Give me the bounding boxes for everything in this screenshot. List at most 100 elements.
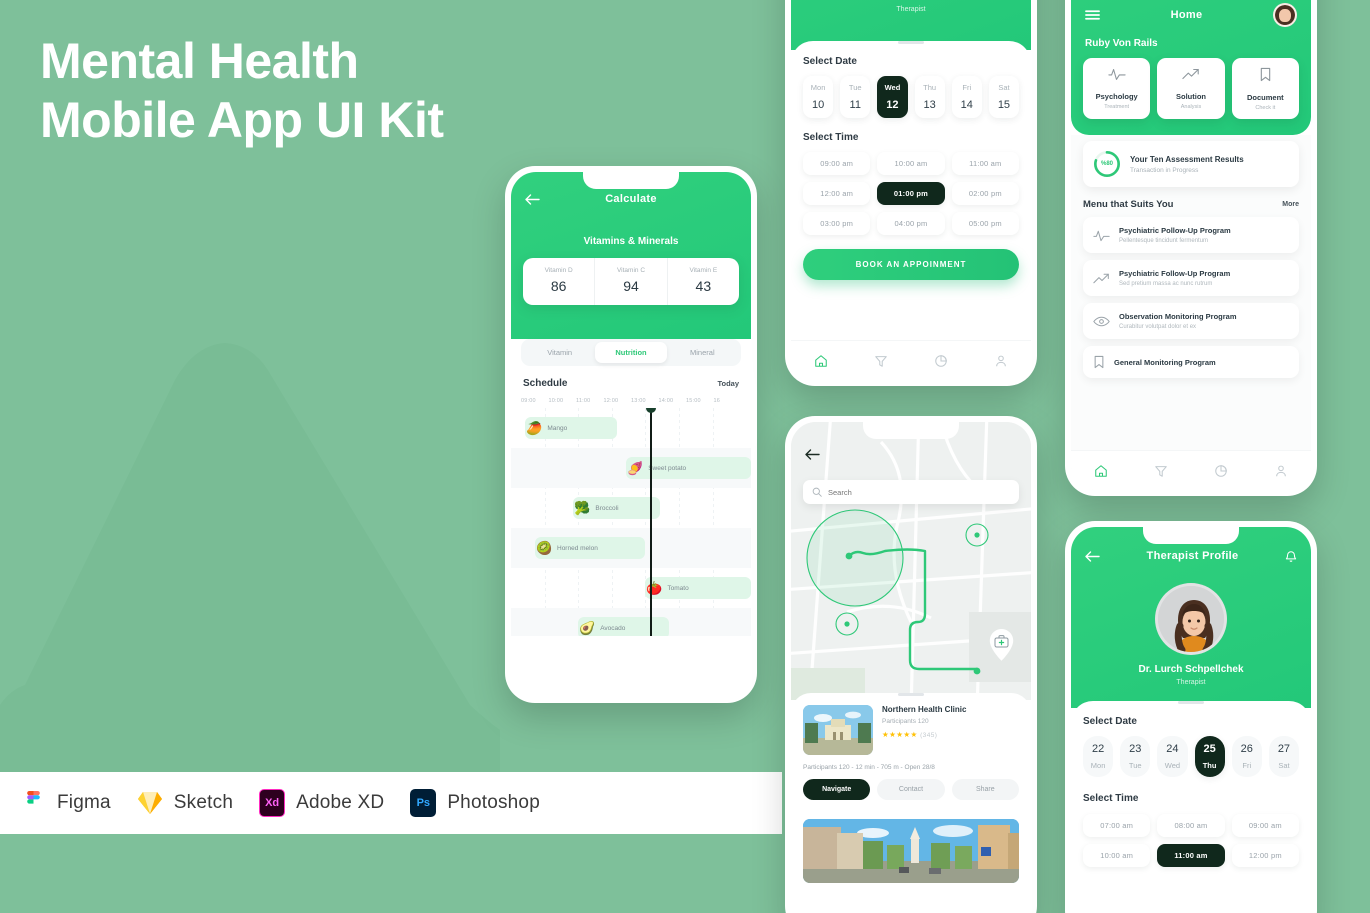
- date-chip[interactable]: Mon 10: [803, 76, 834, 118]
- trend-up-icon: [1093, 272, 1110, 285]
- background-watermark: [0, 285, 520, 815]
- time-slot[interactable]: 02:00 pm: [951, 182, 1019, 205]
- hamburger-menu-icon[interactable]: [1085, 9, 1100, 21]
- bell-icon[interactable]: [1285, 549, 1297, 563]
- home-icon[interactable]: [1094, 464, 1108, 478]
- date-chip[interactable]: 26 Fri: [1231, 736, 1262, 777]
- date-weekday: Mon: [810, 83, 826, 92]
- trend-up-icon: [1182, 67, 1200, 81]
- time-slot[interactable]: 09:00 am: [803, 152, 871, 175]
- doctor-name: Dr. Lurch Schpellchek: [1138, 664, 1244, 675]
- time-slot-selected[interactable]: 11:00 am: [1157, 844, 1225, 867]
- program-item[interactable]: Psychiatric Follow-Up Program Sed pretiu…: [1083, 260, 1299, 296]
- time-slot[interactable]: 07:00 am: [1083, 814, 1151, 837]
- date-chip[interactable]: 27 Sat: [1268, 736, 1300, 777]
- map-search-bar[interactable]: [803, 480, 1019, 504]
- quick-card-psychology[interactable]: Psychology Treatment: [1083, 58, 1151, 119]
- schedule-task[interactable]: 🍠 Sweet potato: [626, 457, 751, 479]
- phone-mockup-home: Home Ruby Von Rails Psychology Treatment: [1065, 0, 1317, 496]
- vitamin-cell[interactable]: Vitamin D 86: [523, 258, 596, 305]
- pie-chart-icon[interactable]: [934, 354, 948, 368]
- tab-mineral[interactable]: Mineral: [667, 342, 738, 363]
- quick-card-solution[interactable]: Solution Analysis: [1157, 58, 1225, 119]
- time-slot[interactable]: 03:00 pm: [803, 212, 871, 235]
- schedule-row: 🥑 Avocado: [511, 608, 751, 636]
- vitamin-cell[interactable]: Vitamin E 43: [668, 258, 739, 305]
- schedule-task[interactable]: 🥝 Horned melon: [535, 537, 646, 559]
- time-slot[interactable]: 09:00 am: [1231, 814, 1299, 837]
- filter-icon[interactable]: [874, 354, 888, 368]
- date-chip[interactable]: Sat 15: [988, 76, 1020, 118]
- program-item[interactable]: General Monitoring Program: [1083, 346, 1299, 378]
- schedule-task[interactable]: 🥑 Avocado: [578, 617, 670, 636]
- date-chip-selected[interactable]: Wed 12: [877, 76, 908, 118]
- schedule-task[interactable]: 🥭 Mango: [525, 417, 617, 439]
- medical-kit-pin-icon[interactable]: [988, 628, 1015, 662]
- date-chip[interactable]: 24 Wed: [1157, 736, 1188, 777]
- schedule-task[interactable]: 🥦 Broccoli: [573, 497, 660, 519]
- search-input[interactable]: [828, 487, 1010, 497]
- software-label: Adobe XD: [296, 792, 385, 813]
- date-chip[interactable]: Thu 13: [914, 76, 945, 118]
- book-appointment-button[interactable]: BOOK AN APPOINMENT: [803, 249, 1019, 280]
- schedule-today-button[interactable]: Today: [717, 379, 739, 388]
- software-label: Figma: [57, 792, 111, 813]
- time-slot[interactable]: 04:00 pm: [877, 212, 945, 235]
- time-slot-selected[interactable]: 01:00 pm: [877, 182, 945, 205]
- tab-vitamin[interactable]: Vitamin: [524, 342, 595, 363]
- assessment-results-card[interactable]: %80 Your Ten Assessment Results Transact…: [1083, 141, 1299, 187]
- axis-tick: 09:00: [521, 398, 536, 404]
- program-item[interactable]: Psychiatric Pollow-Up Program Pellentesq…: [1083, 217, 1299, 253]
- vitamin-cell[interactable]: Vitamin C 94: [595, 258, 668, 305]
- axis-tick: 14:00: [658, 398, 674, 404]
- share-button[interactable]: Share: [951, 779, 1019, 800]
- date-chip[interactable]: Tue 11: [840, 76, 871, 118]
- tab-nutrition[interactable]: Nutrition: [595, 342, 667, 363]
- axis-tick: 13:00: [631, 398, 646, 404]
- date-chip[interactable]: 23 Tue: [1120, 736, 1151, 777]
- sheet-grabber[interactable]: [898, 41, 924, 44]
- software-item-photoshop: Ps Photoshop: [410, 789, 540, 817]
- time-slot[interactable]: 08:00 am: [1157, 814, 1225, 837]
- time-slot[interactable]: 11:00 am: [951, 152, 1019, 175]
- quick-card-document[interactable]: Document Check it: [1231, 58, 1299, 119]
- time-slot[interactable]: 10:00 am: [877, 152, 945, 175]
- bookmark-icon: [1093, 355, 1105, 369]
- axis-tick: 10:00: [548, 398, 564, 404]
- date-chip[interactable]: Fri 14: [951, 76, 982, 118]
- contact-button[interactable]: Contact: [877, 779, 945, 800]
- time-slot[interactable]: 12:00 pm: [1231, 844, 1299, 867]
- date-weekday: Fri: [962, 83, 972, 92]
- quick-card-subtitle: Check it: [1255, 105, 1276, 111]
- time-slot[interactable]: 12:00 am: [803, 182, 871, 205]
- home-icon[interactable]: [814, 354, 828, 368]
- user-icon[interactable]: [994, 354, 1008, 368]
- bottom-tabbar: [1071, 450, 1311, 490]
- food-emoji: 🥭: [526, 420, 543, 436]
- software-item-figma: Figma: [20, 789, 111, 817]
- user-icon[interactable]: [1274, 464, 1288, 478]
- navigate-button[interactable]: Navigate: [803, 779, 871, 800]
- vitamin-value: 94: [623, 278, 639, 294]
- pulse-icon: [1108, 67, 1126, 81]
- filter-icon[interactable]: [1154, 464, 1168, 478]
- date-chip[interactable]: 22 Mon: [1083, 736, 1114, 777]
- clinic-thumbnail: [803, 705, 873, 755]
- rating-stars: ★★★★★ (345): [882, 730, 1019, 739]
- pie-chart-icon[interactable]: [1214, 464, 1228, 478]
- avatar[interactable]: [1273, 3, 1297, 27]
- time-slot[interactable]: 05:00 pm: [951, 212, 1019, 235]
- hero-line-1: Mental Health: [40, 33, 359, 89]
- arrow-left-icon[interactable]: [805, 448, 820, 461]
- time-slot[interactable]: 10:00 am: [1083, 844, 1151, 867]
- sheet-grabber[interactable]: [1178, 701, 1204, 704]
- schedule-task[interactable]: 🍅 Tomato: [645, 577, 751, 599]
- date-day: 12: [886, 99, 899, 111]
- sheet-grabber[interactable]: [898, 693, 924, 696]
- date-chip-selected[interactable]: 25 Thu: [1194, 736, 1225, 777]
- menu-more-button[interactable]: More: [1282, 201, 1299, 208]
- map-view[interactable]: [791, 422, 1031, 700]
- program-item[interactable]: Observation Monitoring Program Curabitur…: [1083, 303, 1299, 339]
- arrow-left-icon[interactable]: [1085, 550, 1100, 563]
- arrow-left-icon[interactable]: [525, 193, 540, 206]
